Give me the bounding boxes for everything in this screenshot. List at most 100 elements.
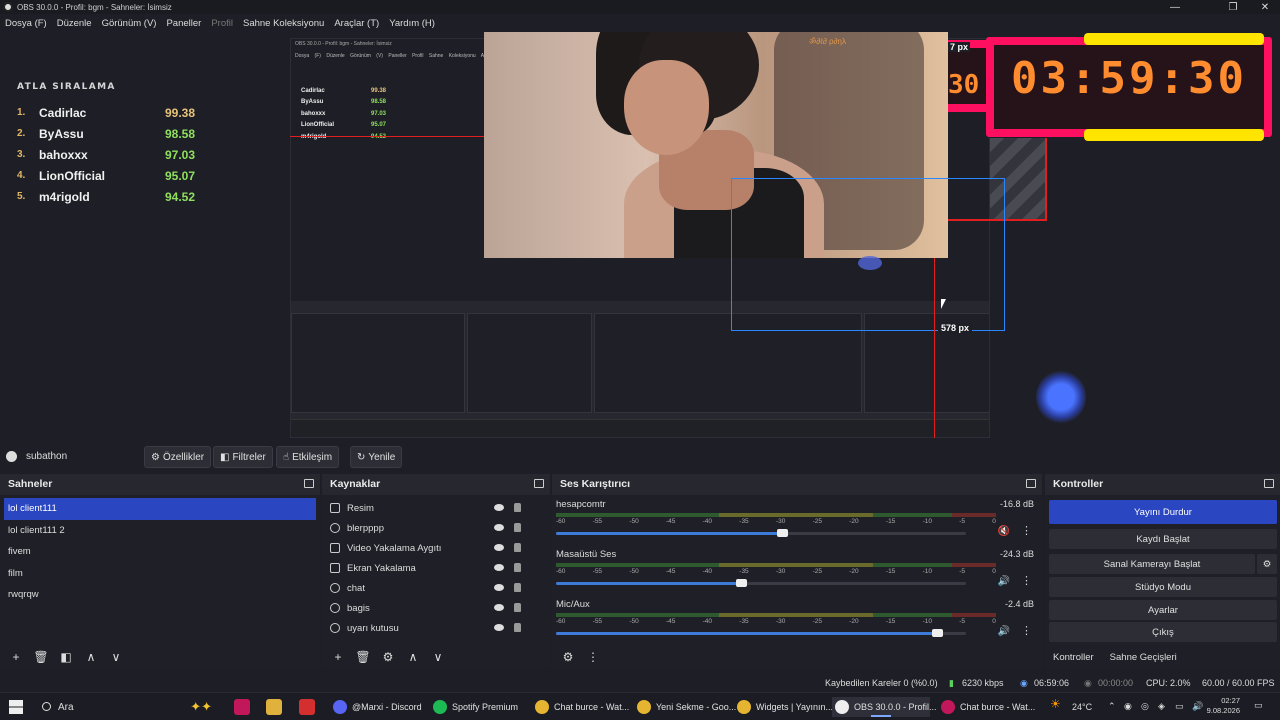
refresh-button[interactable]: ↻ Yenile	[350, 446, 403, 468]
scene-item[interactable]: fivem	[0, 541, 320, 563]
menu-file[interactable]: Dosya (F)	[0, 18, 52, 29]
trash-icon[interactable]: 🗑	[33, 649, 49, 665]
menu-profile[interactable]: Profil	[206, 18, 238, 29]
lock-icon[interactable]	[514, 563, 521, 572]
gear-icon[interactable]: ⚙	[380, 649, 396, 665]
scene-item[interactable]: lol client111 2	[0, 520, 320, 542]
source-item[interactable]: uyarı kutusu	[322, 618, 550, 638]
volume-knob[interactable]	[735, 579, 747, 587]
lock-icon[interactable]	[514, 503, 521, 512]
eye-icon[interactable]	[494, 544, 504, 551]
volume-knob[interactable]	[932, 629, 944, 637]
speaker-icon[interactable]: 🔊	[998, 576, 1010, 587]
move-down-icon[interactable]: ∨	[430, 649, 446, 665]
stop-stream-button[interactable]: Yayını Durdur	[1049, 500, 1277, 524]
taskbar-app[interactable]: OBS 30.0.0 - Profil...	[832, 697, 937, 717]
source-item[interactable]: chat	[322, 578, 550, 598]
lock-icon[interactable]	[514, 523, 521, 532]
scene-item[interactable]: lol client111	[4, 498, 316, 520]
network-icon[interactable]: ▭	[1175, 701, 1184, 712]
add-icon[interactable]: +	[8, 649, 24, 665]
close-button[interactable]: ✕	[1250, 0, 1280, 14]
taskbar-app[interactable]: Widgets | Yayının...	[734, 697, 833, 717]
eye-icon[interactable]	[494, 504, 504, 511]
taskbar-app[interactable]: Yeni Sekme - Goo...	[634, 697, 736, 717]
taskbar-search[interactable]: Ara ✦✦	[34, 697, 218, 717]
volume-slider[interactable]	[556, 529, 966, 537]
lock-icon[interactable]	[514, 583, 521, 592]
tray-app-icon[interactable]: ◈	[1158, 701, 1165, 712]
menu-tools[interactable]: Araçlar (T)	[329, 18, 384, 29]
volume-slider[interactable]	[556, 579, 966, 587]
taskbar-clock[interactable]: 02:27 9.08.2026	[1207, 696, 1240, 716]
scene-item[interactable]: film	[0, 563, 320, 585]
taskbar-app[interactable]: Chat burce - Wat...	[938, 697, 1035, 717]
undock-icon[interactable]	[1264, 479, 1274, 488]
studio-mode-button[interactable]: Stüdyo Modu	[1049, 577, 1277, 597]
taskbar-app[interactable]: Chat burce - Wat...	[532, 697, 629, 717]
source-item[interactable]: Video Yakalama Aygıtı	[322, 538, 550, 558]
more-icon[interactable]: ⋮	[1021, 574, 1032, 587]
tab-scene-transitions[interactable]: Sahne Geçişleri	[1102, 646, 1185, 668]
exit-button[interactable]: Çıkış	[1049, 622, 1277, 642]
taskbar-app[interactable]: @Marxi - Discord	[330, 697, 424, 717]
preview-canvas[interactable]: ATLA SIRALAMA 1. Cadirlac 99.38 2. ByAss…	[0, 32, 1280, 438]
source-item[interactable]: Ekran Yakalama	[322, 558, 550, 578]
settings-button[interactable]: Ayarlar	[1049, 600, 1277, 620]
more-icon[interactable]: ⋮	[1021, 624, 1032, 637]
trash-icon[interactable]: 🗑	[355, 649, 371, 665]
filters-button[interactable]: ◧ Filtreler	[213, 446, 273, 468]
filter-icon[interactable]: ◧	[58, 649, 74, 665]
interact-button[interactable]: ☝ Etkileşim	[276, 446, 340, 468]
more-icon[interactable]: ⋮	[585, 649, 601, 665]
volume-knob[interactable]	[776, 529, 788, 537]
gear-icon[interactable]: ⚙	[560, 649, 576, 665]
source-item[interactable]: Resim	[322, 498, 550, 518]
app-icon-red[interactable]	[299, 699, 315, 715]
menu-view[interactable]: Görünüm (V)	[97, 18, 162, 29]
restore-button[interactable]: ❐	[1218, 0, 1248, 14]
more-icon[interactable]: ⋮	[1021, 524, 1032, 537]
taskbar-app[interactable]: Spotify Premium	[430, 697, 524, 717]
app-icon-a[interactable]	[234, 699, 250, 715]
timer-overlay[interactable]: 03:59:30	[986, 33, 1272, 141]
move-up-icon[interactable]: ∧	[405, 649, 421, 665]
minimize-button[interactable]: —	[1160, 0, 1190, 14]
source-item[interactable]: bagis	[322, 598, 550, 618]
eye-icon[interactable]	[494, 604, 504, 611]
speaker-muted-icon[interactable]: 🔇	[998, 526, 1010, 537]
lock-icon[interactable]	[514, 623, 521, 632]
start-record-button[interactable]: Kaydı Başlat	[1049, 529, 1277, 549]
tray-app-icon[interactable]: ◉	[1124, 701, 1132, 712]
lock-icon[interactable]	[514, 543, 521, 552]
tab-controls[interactable]: Kontroller	[1045, 646, 1102, 668]
eye-icon[interactable]	[494, 584, 504, 591]
volume-slider[interactable]	[556, 629, 966, 637]
eye-icon[interactable]	[494, 624, 504, 631]
speaker-icon[interactable]: 🔊	[998, 626, 1010, 637]
tray-chevron-icon[interactable]: ⌃	[1108, 701, 1116, 712]
undock-icon[interactable]	[534, 479, 544, 488]
properties-button[interactable]: ⚙ Özellikler	[144, 446, 212, 468]
virtualcam-settings-button[interactable]: ⚙	[1257, 554, 1277, 574]
move-down-icon[interactable]: ∨	[108, 649, 124, 665]
menu-edit[interactable]: Düzenle	[52, 18, 97, 29]
windows-start-icon[interactable]	[9, 700, 23, 714]
menu-docks[interactable]: Paneller	[161, 18, 206, 29]
source-bounding-box[interactable]	[731, 178, 1005, 331]
move-up-icon[interactable]: ∧	[83, 649, 99, 665]
scene-item[interactable]: rwqrqw	[0, 584, 320, 606]
eye-icon[interactable]	[494, 524, 504, 531]
volume-icon[interactable]: 🔊	[1192, 701, 1203, 712]
start-virtualcam-button[interactable]: Sanal Kamerayı Başlat	[1049, 554, 1255, 574]
menu-scene-collection[interactable]: Sahne Koleksiyonu	[238, 18, 329, 29]
folder-icon[interactable]	[266, 699, 282, 715]
eye-icon[interactable]	[494, 564, 504, 571]
menu-help[interactable]: Yardım (H)	[384, 18, 440, 29]
undock-icon[interactable]	[304, 479, 314, 488]
undock-icon[interactable]	[1026, 479, 1036, 488]
add-icon[interactable]: +	[330, 649, 346, 665]
source-item[interactable]: blerpppp	[322, 518, 550, 538]
tray-app-icon[interactable]: ◎	[1141, 701, 1149, 712]
lock-icon[interactable]	[514, 603, 521, 612]
